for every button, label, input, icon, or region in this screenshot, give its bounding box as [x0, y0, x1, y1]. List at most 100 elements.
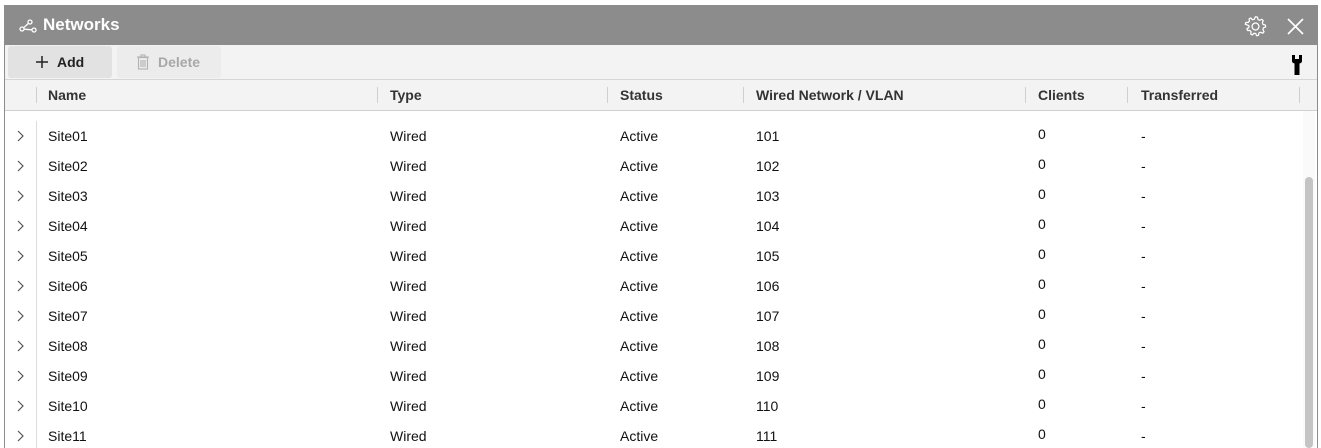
- column-header-type[interactable]: Type: [390, 80, 422, 110]
- cell-clients: 0: [1038, 426, 1046, 442]
- row-gutter-divider: [36, 271, 37, 301]
- cell-status: Active: [620, 188, 659, 204]
- table-row[interactable]: Site11 Wired Active 111 0 -: [5, 421, 1301, 448]
- cell-status: Active: [620, 368, 659, 384]
- scrollbar-thumb[interactable]: [1305, 177, 1313, 448]
- cell-clients: 0: [1038, 126, 1046, 142]
- column-header-status[interactable]: Status: [620, 80, 663, 110]
- cell-transferred: -: [1141, 218, 1146, 234]
- cell-status: Active: [620, 398, 659, 414]
- cell-type: Wired: [390, 398, 427, 414]
- cell-status: Active: [620, 128, 659, 144]
- cell-vlan: 101: [756, 128, 780, 144]
- chevron-right-icon[interactable]: [15, 340, 25, 352]
- cell-vlan: 104: [756, 218, 780, 234]
- cell-vlan: 102: [756, 158, 780, 174]
- column-divider[interactable]: [743, 87, 744, 103]
- chevron-right-icon[interactable]: [15, 430, 25, 442]
- column-header-vlan[interactable]: Wired Network / VLAN: [756, 80, 904, 110]
- delete-button-label: Delete: [158, 54, 201, 70]
- cell-clients: 0: [1038, 186, 1046, 202]
- table-row[interactable]: Site07 Wired Active 107 0 -: [5, 301, 1301, 332]
- cell-transferred: -: [1141, 248, 1146, 264]
- chevron-right-icon[interactable]: [15, 130, 25, 142]
- column-header-transferred[interactable]: Transferred: [1141, 80, 1218, 110]
- cell-name: Site09: [48, 368, 88, 384]
- plus-icon: [36, 56, 48, 68]
- chevron-right-icon[interactable]: [15, 310, 25, 322]
- row-gutter-divider: [36, 151, 37, 181]
- column-header-clients[interactable]: Clients: [1038, 80, 1085, 110]
- vertical-scrollbar[interactable]: [1303, 111, 1315, 448]
- column-divider[interactable]: [377, 87, 378, 103]
- column-divider[interactable]: [1127, 87, 1128, 103]
- cell-name: Site02: [48, 158, 88, 174]
- cell-clients: 0: [1038, 156, 1046, 172]
- table-row[interactable]: Site04 Wired Active 104 0 -: [5, 211, 1301, 242]
- cell-transferred: -: [1141, 188, 1146, 204]
- table-row[interactable]: Site06 Wired Active 106 0 -: [5, 271, 1301, 302]
- row-gutter-divider: [36, 241, 37, 271]
- delete-button[interactable]: Delete: [117, 46, 221, 78]
- table-row[interactable]: Site09 Wired Active 109 0 -: [5, 361, 1301, 392]
- cell-name: Site07: [48, 308, 88, 324]
- gear-icon[interactable]: [1244, 15, 1267, 38]
- cell-vlan: 110: [756, 398, 779, 414]
- table-header: Name Type Status Wired Network / VLAN Cl…: [5, 80, 1317, 111]
- networks-window: Networks Add Delete Name Type Status Wir…: [4, 5, 1318, 448]
- cell-type: Wired: [390, 248, 427, 264]
- close-icon[interactable]: [1286, 17, 1305, 36]
- cell-type: Wired: [390, 308, 427, 324]
- chevron-right-icon[interactable]: [15, 220, 25, 232]
- table-row[interactable]: Site03 Wired Active 103 0 -: [5, 181, 1301, 212]
- row-gutter-divider: [36, 211, 37, 241]
- table-row[interactable]: Site10 Wired Active 110 0 -: [5, 391, 1301, 422]
- column-header-name[interactable]: Name: [48, 80, 86, 110]
- chevron-right-icon[interactable]: [15, 370, 25, 382]
- cell-clients: 0: [1038, 306, 1046, 322]
- column-divider: [1299, 87, 1300, 103]
- cell-vlan: 106: [756, 278, 780, 294]
- cell-type: Wired: [390, 428, 427, 444]
- table-row[interactable]: Site01 Wired Active 101 0 -: [5, 121, 1301, 152]
- chevron-right-icon[interactable]: [15, 250, 25, 262]
- cell-status: Active: [620, 248, 659, 264]
- wrench-icon[interactable]: [1291, 54, 1303, 76]
- cell-name: Site10: [48, 398, 88, 414]
- table-row[interactable]: Site02 Wired Active 102 0 -: [5, 151, 1301, 182]
- row-gutter-divider: [36, 361, 37, 391]
- column-divider[interactable]: [607, 87, 608, 103]
- row-gutter-divider: [36, 331, 37, 361]
- row-gutter-divider: [36, 121, 37, 151]
- chevron-right-icon[interactable]: [15, 190, 25, 202]
- window-title: Networks: [43, 15, 120, 34]
- chevron-right-icon[interactable]: [15, 280, 25, 292]
- cell-clients: 0: [1038, 246, 1046, 262]
- cell-transferred: -: [1141, 308, 1146, 324]
- cell-clients: 0: [1038, 366, 1046, 382]
- cell-type: Wired: [390, 368, 427, 384]
- cell-name: Site08: [48, 338, 88, 354]
- add-button[interactable]: Add: [8, 46, 112, 78]
- cell-clients: 0: [1038, 276, 1046, 292]
- cell-transferred: -: [1141, 158, 1146, 174]
- cell-status: Active: [620, 218, 659, 234]
- cell-name: Site05: [48, 248, 88, 264]
- cell-clients: 0: [1038, 336, 1046, 352]
- cell-status: Active: [620, 158, 659, 174]
- cell-type: Wired: [390, 278, 427, 294]
- column-divider[interactable]: [1025, 87, 1026, 103]
- table-row[interactable]: Site08 Wired Active 108 0 -: [5, 331, 1301, 362]
- chevron-right-icon[interactable]: [15, 160, 25, 172]
- cell-type: Wired: [390, 188, 427, 204]
- column-divider: [36, 87, 37, 103]
- table-row[interactable]: Site05 Wired Active 105 0 -: [5, 241, 1301, 272]
- trash-icon: [137, 54, 149, 70]
- title-bar: Networks: [5, 6, 1317, 45]
- row-gutter-divider: [36, 421, 37, 448]
- cell-type: Wired: [390, 158, 427, 174]
- cell-clients: 0: [1038, 216, 1046, 232]
- chevron-right-icon[interactable]: [15, 400, 25, 412]
- cell-transferred: -: [1141, 398, 1146, 414]
- cell-status: Active: [620, 308, 659, 324]
